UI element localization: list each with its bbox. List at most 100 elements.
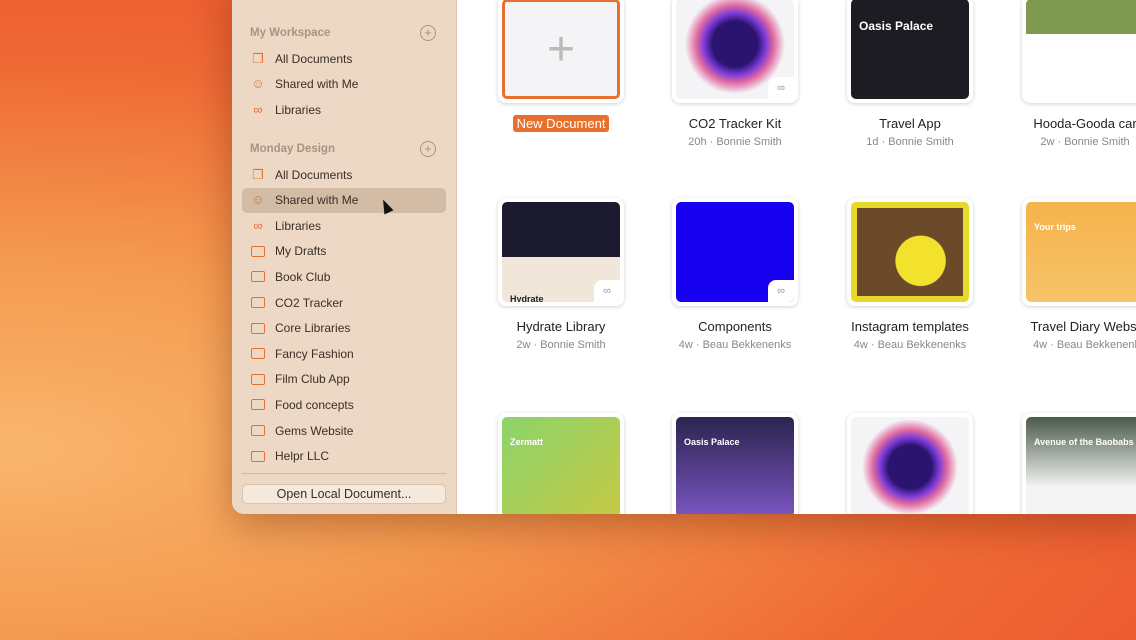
document-card[interactable] xyxy=(1022,0,1136,103)
document-card[interactable] xyxy=(847,413,973,514)
document-title[interactable]: Instagram templates xyxy=(825,319,995,334)
sidebar-divider xyxy=(242,473,446,474)
sidebar-item-libraries[interactable]: ∞ Libraries xyxy=(242,97,446,122)
thumbnail-text: Hydrate xyxy=(510,294,544,302)
thumbnail-text: Your trips xyxy=(1034,222,1076,232)
document-thumbnail: ∞ xyxy=(676,202,794,302)
document-title-text: Components xyxy=(698,319,772,334)
documents-grid: + New Document ∞ CO2 Tracker Kit 20h · Bonni… xyxy=(457,0,1136,514)
app-window: My Workspace + Monday Design + Open Loca… xyxy=(232,0,1136,514)
sidebar-item-label: Libraries xyxy=(275,218,322,233)
document-title[interactable]: New Document xyxy=(476,115,646,132)
document-thumbnail: Zermatt xyxy=(502,417,620,514)
sidebar-item-label: Core Libraries xyxy=(275,321,351,336)
thumbnail-text: Oasis Palace xyxy=(859,19,934,33)
sidebar-item-core-libraries[interactable]: Core Libraries xyxy=(242,316,446,341)
document-card[interactable]: Your trips xyxy=(1022,198,1136,306)
document-meta: 20h · Bonnie Smith xyxy=(688,136,782,148)
sidebar-item-libraries[interactable]: ∞ Libraries xyxy=(242,213,446,238)
document-thumbnail: Avenue of the Baobabs xyxy=(1026,417,1136,514)
document-meta: 4w · Beau Bekkenenl xyxy=(1033,339,1136,351)
document-thumbnail: Your trips xyxy=(1026,202,1136,302)
document-thumbnail xyxy=(851,417,969,514)
person-icon: ☺ xyxy=(251,192,265,208)
sidebar-item-label: Libraries xyxy=(275,102,322,117)
sidebar-item-label: Food concepts xyxy=(275,397,354,412)
sidebar-item-helpr-llc[interactable]: Helpr LLC xyxy=(242,444,446,469)
folder-icon xyxy=(251,399,265,411)
sidebar-item-label: Shared with Me xyxy=(275,193,359,208)
document-thumbnail: + xyxy=(502,0,620,99)
document-title[interactable]: Travel Diary Websi xyxy=(1000,319,1136,334)
document-title[interactable]: Components xyxy=(650,319,820,334)
folder-icon xyxy=(251,271,265,283)
sidebar-item-label: CO2 Tracker xyxy=(275,295,344,310)
document-card[interactable]: ∞ xyxy=(672,0,798,103)
thumbnail-text: Oasis Palace xyxy=(684,437,740,447)
sidebar-item-film-club-app[interactable]: Film Club App xyxy=(242,367,446,392)
folder-icon xyxy=(251,322,265,334)
section-title-monday-design: Monday Design xyxy=(250,143,335,155)
document-card[interactable]: Avenue of the Baobabs xyxy=(1022,413,1136,514)
folder-icon xyxy=(251,450,265,462)
document-meta: 2w · Bonnie Smith xyxy=(1040,136,1130,148)
sidebar-item-all-documents[interactable]: ❐ All Documents xyxy=(242,162,446,187)
sidebar-item-shared-with-me[interactable]: ☺ Shared with Me xyxy=(242,187,446,213)
sidebar-item-food-concepts[interactable]: Food concepts xyxy=(242,392,446,417)
sidebar: My Workspace + Monday Design + Open Loca… xyxy=(232,0,457,514)
document-title[interactable]: CO2 Tracker Kit xyxy=(650,116,820,131)
document-thumbnail: Oasis Palace xyxy=(676,417,794,514)
library-icon: ∞ xyxy=(253,101,263,117)
sidebar-item-label: Fancy Fashion xyxy=(275,346,354,361)
sidebar-item-label: Book Club xyxy=(275,269,331,284)
document-title-text: Hydrate Library xyxy=(516,319,606,334)
library-badge-icon: ∞ xyxy=(768,280,794,302)
drafts-icon xyxy=(251,245,265,257)
thumbnail-text: Zermatt xyxy=(510,437,544,447)
document-card[interactable]: Hydrate ∞ xyxy=(498,198,624,306)
folder-icon xyxy=(251,348,265,360)
document-meta: 2w · Bonnie Smith xyxy=(516,339,606,351)
document-title[interactable]: Hydrate Library xyxy=(476,319,646,334)
sidebar-item-fancy-fashion[interactable]: Fancy Fashion xyxy=(242,341,446,366)
library-badge-icon: ∞ xyxy=(594,280,620,302)
document-title-text: Instagram templates xyxy=(851,319,969,334)
library-badge-icon: ∞ xyxy=(768,77,794,99)
open-local-document-button[interactable]: Open Local Document... xyxy=(242,484,446,504)
sidebar-item-label: Shared with Me xyxy=(275,77,359,92)
document-thumbnail: ∞ xyxy=(676,0,794,99)
document-title[interactable]: Travel App xyxy=(825,116,995,131)
sidebar-item-all-documents[interactable]: ❐ All Documents xyxy=(242,46,446,71)
document-title[interactable]: Hooda-Gooda car xyxy=(1000,116,1136,131)
sidebar-item-label: Film Club App xyxy=(275,372,350,387)
new-document-card[interactable]: + xyxy=(498,0,624,103)
document-thumbnail xyxy=(1026,0,1136,99)
sidebar-item-shared-with-me[interactable]: ☺ Shared with Me xyxy=(242,72,446,97)
document-meta: 4w · Beau Bekkenenks xyxy=(853,339,967,351)
section-title-my-workspace: My Workspace xyxy=(250,27,331,39)
document-card[interactable]: ∞ xyxy=(672,198,798,306)
add-workspace-icon[interactable]: + xyxy=(420,25,436,41)
sidebar-item-gems-website[interactable]: Gems Website xyxy=(242,418,446,443)
document-card[interactable] xyxy=(847,198,973,306)
document-title-text: Travel App xyxy=(879,116,941,131)
document-thumbnail: Oasis Palace xyxy=(851,0,969,99)
document-title-text: CO2 Tracker Kit xyxy=(688,116,782,131)
document-card[interactable]: Oasis Palace xyxy=(847,0,973,103)
document-title-text: New Document xyxy=(512,115,610,132)
document-meta: 1d · Bonnie Smith xyxy=(866,136,954,148)
sidebar-item-book-club[interactable]: Book Club xyxy=(242,264,446,289)
document-card[interactable]: Oasis Palace xyxy=(672,413,798,514)
document-thumbnail xyxy=(851,202,969,302)
documents-icon: ❐ xyxy=(252,166,264,182)
add-team-project-icon[interactable]: + xyxy=(420,141,436,157)
document-title-text: Travel Diary Websi xyxy=(1030,319,1136,334)
documents-icon: ❐ xyxy=(252,50,264,66)
sidebar-item-label: Helpr LLC xyxy=(275,449,330,464)
thumbnail-text: Avenue of the Baobabs xyxy=(1034,437,1134,447)
document-card[interactable]: Zermatt xyxy=(498,413,624,514)
sidebar-item-co2-tracker[interactable]: CO2 Tracker xyxy=(242,290,446,315)
sidebar-item-label: All Documents xyxy=(275,51,353,66)
sidebar-item-my-drafts[interactable]: My Drafts xyxy=(242,239,446,264)
folder-icon xyxy=(251,425,265,436)
